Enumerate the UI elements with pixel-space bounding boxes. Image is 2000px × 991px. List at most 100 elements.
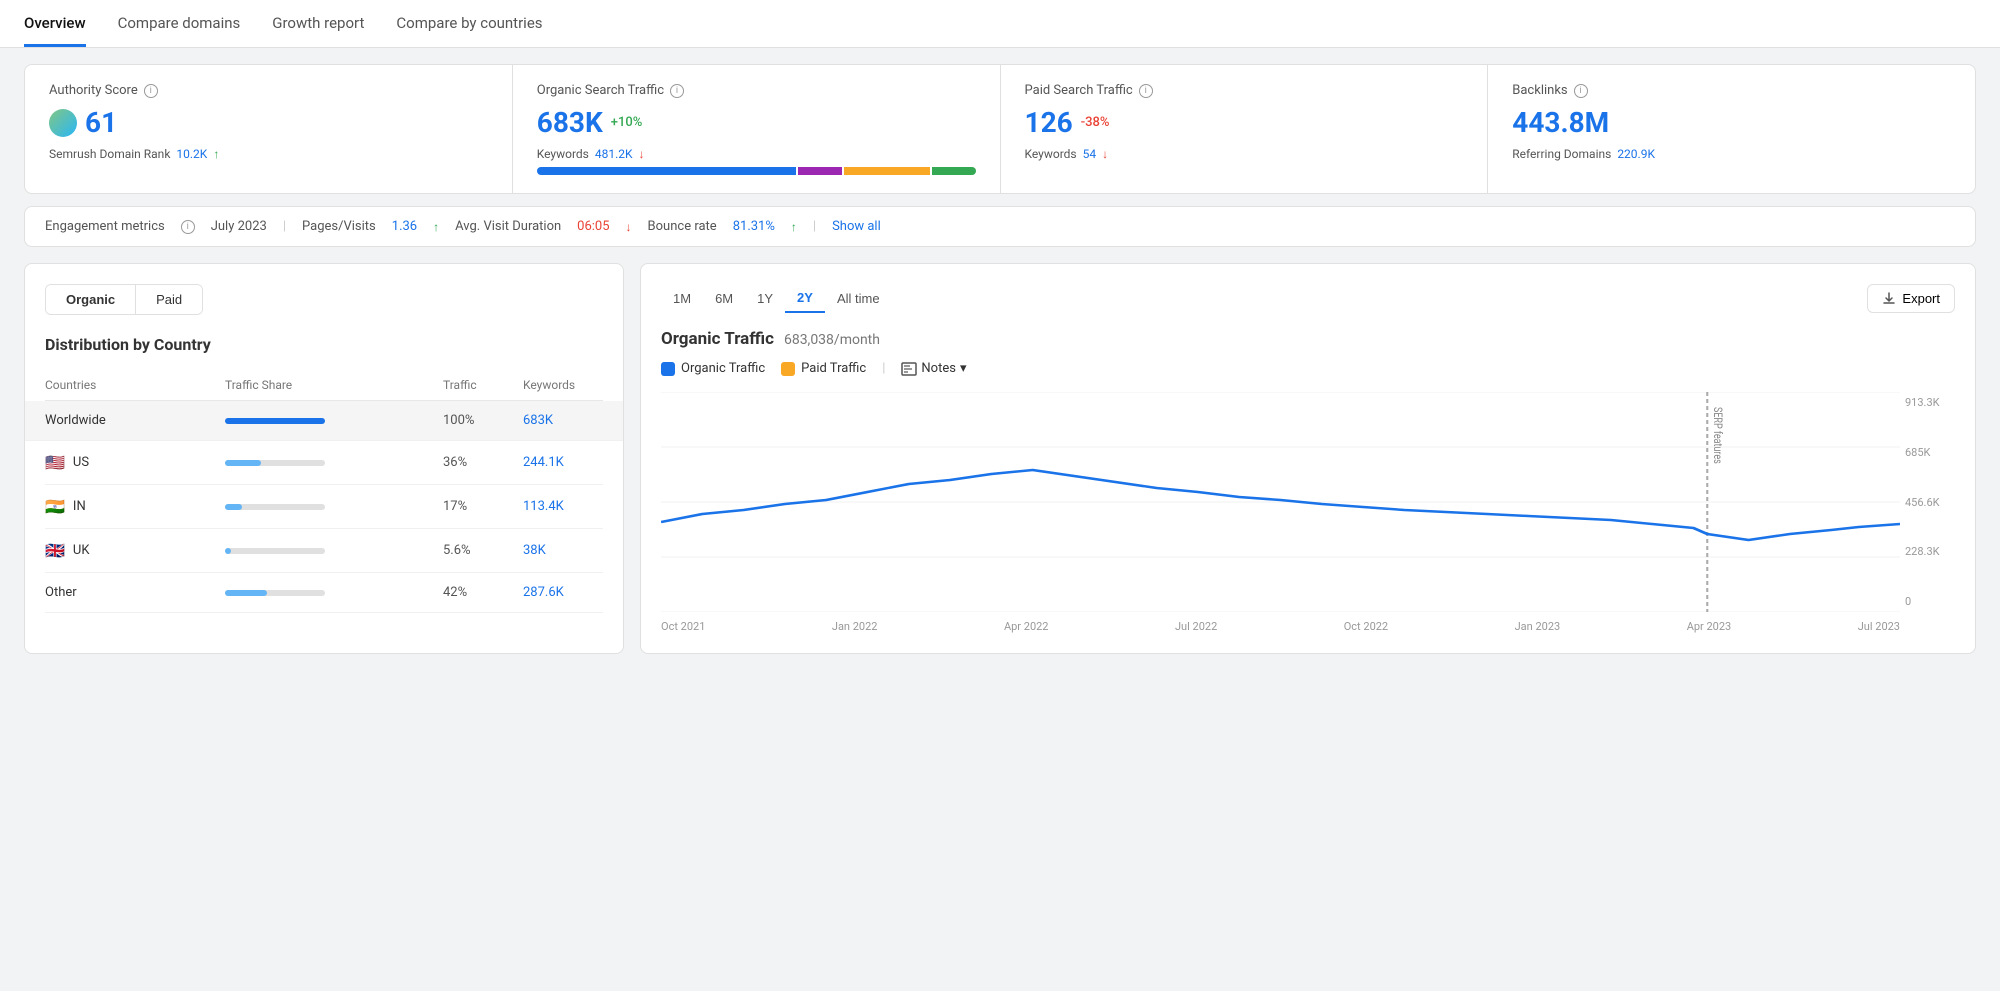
time-all[interactable]: All time [825,285,892,312]
authority-value: 61 [49,106,488,139]
traffic-pct: 36% [443,455,523,470]
time-6m[interactable]: 6M [703,285,745,312]
paid-label: Paid Search Traffic i [1025,83,1464,98]
time-1y[interactable]: 1Y [745,285,785,312]
traffic-count: 38K [523,543,603,558]
country-cell: 🇬🇧 UK [45,541,225,560]
show-all-link[interactable]: Show all [832,219,881,234]
organic-traffic-card: Organic Search Traffic i 683K +10% Keywo… [513,65,1001,193]
backlinks-info-icon[interactable]: i [1574,84,1588,98]
tab-paid[interactable]: Paid [136,285,202,314]
traffic-pct: 42% [443,585,523,600]
engagement-info-icon[interactable]: i [181,220,195,234]
kb-purple [798,167,841,175]
x-axis-labels: Oct 2021 Jan 2022 Apr 2022 Jul 2022 Oct … [661,620,1900,633]
nav-growth-report[interactable]: Growth report [272,0,364,47]
tab-group: Organic Paid [45,284,203,315]
traffic-pct: 100% [443,413,523,428]
authority-score-card: Authority Score i 61 Semrush Domain Rank… [25,65,513,193]
nav-compare-countries[interactable]: Compare by countries [396,0,542,47]
traffic-bar-bg [225,460,325,466]
y-axis-labels: 913.3K 685K 456.6K 228.3K 0 [1905,392,1955,612]
traffic-bar [225,548,443,554]
export-button[interactable]: Export [1867,284,1955,313]
paid-legend-dot [781,362,795,376]
traffic-count: 287.6K [523,585,603,600]
bottom-section: Organic Paid Distribution by Country Cou… [24,263,1976,654]
country-name: UK [73,543,90,558]
distribution-title: Distribution by Country [45,335,603,354]
organic-sub: Keywords 481.2K ↓ [537,147,976,161]
organic-kw-arrow: ↓ [639,147,645,161]
paid-traffic-card: Paid Search Traffic i 126 -38% Keywords … [1001,65,1489,193]
nav-compare-domains[interactable]: Compare domains [118,0,241,47]
chart-legend: Organic Traffic Paid Traffic | Notes ▾ [661,361,1955,376]
export-icon [1882,292,1896,306]
table-row[interactable]: 🇮🇳 IN 17% 113.4K [45,485,603,529]
backlinks-label: Backlinks i [1512,83,1951,98]
flag-icon: 🇺🇸 [45,453,65,472]
chart-wrapper: SERP features [661,392,1900,616]
country-cell: Worldwide [45,413,225,428]
organic-label: Organic Search Traffic i [537,83,976,98]
right-panel: 1M 6M 1Y 2Y All time Export Organic Traf… [640,263,1976,654]
paid-kw-arrow: ↓ [1102,147,1108,161]
table-row[interactable]: Worldwide 100% 683K [25,401,623,441]
organic-info-icon[interactable]: i [670,84,684,98]
backlinks-card: Backlinks i 443.8M Referring Domains 220… [1488,65,1975,193]
left-panel: Organic Paid Distribution by Country Cou… [24,263,624,654]
country-name: IN [73,499,86,514]
time-2y[interactable]: 2Y [785,284,825,313]
pages-arrow: ↑ [433,220,439,234]
traffic-bar [225,590,443,596]
nav-overview[interactable]: Overview [24,0,86,47]
traffic-bar-fill [225,590,267,596]
traffic-bar-fill [225,460,261,466]
main-content: Authority Score i 61 Semrush Domain Rank… [0,48,2000,670]
country-name: Worldwide [45,413,106,428]
flag-icon: 🇬🇧 [45,541,65,560]
traffic-bar [225,504,443,510]
traffic-count: 244.1K [523,455,603,470]
bounce-arrow: ↑ [791,220,797,234]
traffic-pct: 17% [443,499,523,514]
table-row[interactable]: 🇬🇧 UK 5.6% 38K [45,529,603,573]
traffic-pct: 5.6% [443,543,523,558]
country-table: Worldwide 100% 683K 🇺🇸 US 36% 244.1K 🇮🇳 … [45,401,603,613]
chart-title: Organic Traffic 683,038/month [661,329,1955,349]
table-row[interactable]: Other 42% 287.6K [45,573,603,613]
duration-arrow: ↓ [626,220,632,234]
table-header: Countries Traffic Share Traffic Keywords [45,370,603,401]
country-cell: 🇮🇳 IN [45,497,225,516]
authority-info-icon[interactable]: i [144,84,158,98]
kb-green [932,167,975,175]
kb-yellow [844,167,931,175]
backlinks-value: 443.8M [1512,106,1951,139]
traffic-chart: SERP features [661,392,1900,612]
organic-legend-dot [661,362,675,376]
metrics-row: Authority Score i 61 Semrush Domain Rank… [24,64,1976,194]
notes-icon [901,362,917,376]
top-navigation: Overview Compare domains Growth report C… [0,0,2000,48]
chart-container: SERP features 913.3K 685K 456.6K 228.3K … [661,392,1955,616]
kb-blue [537,167,797,175]
tab-organic[interactable]: Organic [46,285,136,314]
notes-button[interactable]: Notes ▾ [901,361,966,376]
country-cell: Other [45,585,225,600]
traffic-bar [225,418,443,424]
traffic-bar-fill [225,418,325,424]
authority-sub: Semrush Domain Rank 10.2K ↑ [49,147,488,161]
paid-value: 126 -38% [1025,106,1464,139]
traffic-bar [225,460,443,466]
legend-paid: Paid Traffic [781,361,866,376]
svg-text:SERP features: SERP features [1711,407,1726,464]
traffic-count: 113.4K [523,499,603,514]
traffic-bar-fill [225,548,231,554]
authority-label: Authority Score i [49,83,488,98]
paid-info-icon[interactable]: i [1139,84,1153,98]
table-row[interactable]: 🇺🇸 US 36% 244.1K [45,441,603,485]
traffic-count: 683K [523,413,603,428]
traffic-bar-bg [225,590,325,596]
traffic-bar-bg [225,504,325,510]
time-1m[interactable]: 1M [661,285,703,312]
